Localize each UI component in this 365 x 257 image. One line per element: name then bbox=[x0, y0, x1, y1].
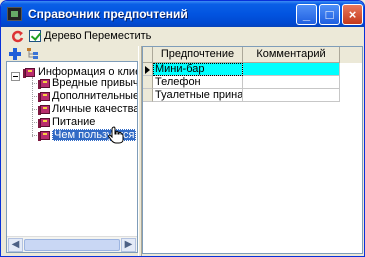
tree-item[interactable]: Вредные привычки bbox=[7, 77, 137, 90]
row-indicator bbox=[143, 89, 153, 102]
book-icon bbox=[38, 91, 51, 102]
hand-cursor-icon bbox=[108, 126, 124, 144]
tree-item-label: Питание bbox=[52, 116, 96, 128]
cell-preference[interactable]: Туалетные принадлежности bbox=[153, 89, 243, 102]
tree-horizontal-scrollbar[interactable]: ◀ ▶ bbox=[7, 236, 137, 252]
current-row-arrow-icon bbox=[145, 66, 150, 74]
tree-view-icon[interactable] bbox=[26, 47, 40, 60]
preferences-grid[interactable]: Предпочтение Комментарий Мини-бар Телефо… bbox=[142, 46, 363, 254]
add-icon[interactable] bbox=[9, 48, 21, 60]
close-button[interactable]: × bbox=[342, 4, 363, 25]
book-icon bbox=[38, 78, 51, 89]
book-icon bbox=[38, 104, 51, 115]
scroll-left-icon[interactable]: ◀ bbox=[8, 238, 23, 252]
scroll-thumb[interactable] bbox=[24, 239, 120, 251]
book-icon bbox=[38, 130, 51, 141]
minimize-button[interactable]: _ bbox=[296, 4, 317, 25]
row-indicator bbox=[143, 63, 153, 76]
tree-checkbox[interactable] bbox=[29, 30, 41, 42]
table-row[interactable]: Туалетные принадлежности bbox=[143, 89, 362, 102]
column-header-comment[interactable]: Комментарий bbox=[243, 47, 340, 63]
tree-item-label: Вредные привычки bbox=[52, 77, 138, 89]
table-row[interactable]: Телефон bbox=[143, 76, 362, 89]
table-row[interactable]: Мини-бар bbox=[143, 63, 362, 76]
title-bar[interactable]: Справочник предпочтений _ □ × bbox=[1, 1, 364, 27]
cell-preference[interactable]: Телефон bbox=[153, 76, 243, 89]
grid-header: Предпочтение Комментарий bbox=[143, 47, 362, 63]
cell-comment[interactable] bbox=[243, 63, 340, 76]
tree-checkbox-label[interactable]: Дерево bbox=[44, 30, 82, 42]
book-icon bbox=[38, 117, 51, 128]
cell-comment[interactable] bbox=[243, 89, 340, 102]
preferences-tree[interactable]: Информация о клиенте Вредные привычки До… bbox=[6, 61, 138, 253]
move-button[interactable]: Переместить bbox=[84, 30, 151, 42]
refresh-icon[interactable] bbox=[11, 30, 24, 43]
tree-item-label: Личные качества bbox=[52, 103, 138, 115]
row-indicator bbox=[143, 76, 153, 89]
tree-item[interactable]: Дополнительные услуги bbox=[7, 90, 137, 103]
cell-preference[interactable]: Мини-бар bbox=[153, 63, 243, 76]
window-title: Справочник предпочтений bbox=[28, 7, 188, 21]
preferences-window: Справочник предпочтений _ □ × Дерево Пер… bbox=[0, 0, 365, 257]
tree-item[interactable]: Личные качества bbox=[7, 103, 137, 116]
app-icon bbox=[7, 7, 22, 21]
cell-comment[interactable] bbox=[243, 76, 340, 89]
main-toolbar: Дерево Переместить bbox=[4, 27, 362, 46]
maximize-button[interactable]: □ bbox=[319, 4, 340, 25]
tree-toolbar bbox=[4, 46, 139, 62]
tree-item-label: Дополнительные услуги bbox=[52, 90, 138, 102]
column-header-preference[interactable]: Предпочтение bbox=[153, 47, 243, 63]
scroll-right-icon[interactable]: ▶ bbox=[121, 238, 136, 252]
